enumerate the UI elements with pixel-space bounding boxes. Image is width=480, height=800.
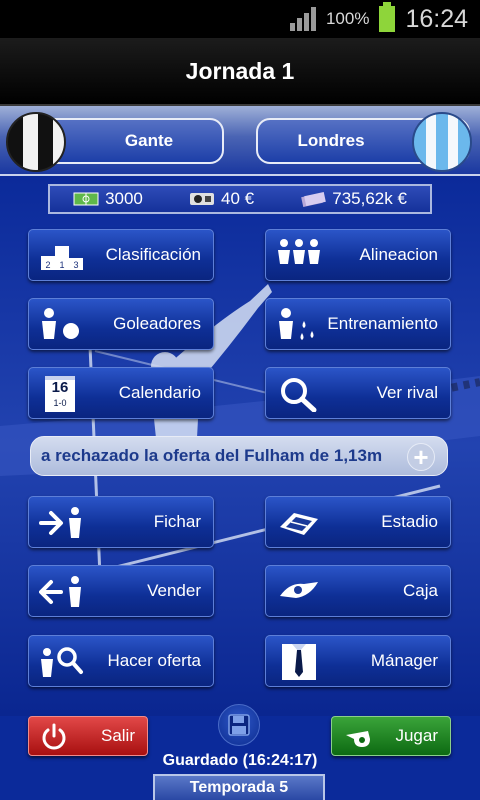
vender-label: Vender bbox=[147, 581, 201, 600]
cash-balance: 735,62k € bbox=[300, 189, 407, 209]
ver-rival-label: Ver rival bbox=[376, 383, 438, 402]
away-team-crest-icon bbox=[412, 112, 472, 172]
players-icon bbox=[278, 239, 320, 264]
hacer-oferta-label: Hacer oferta bbox=[107, 651, 201, 670]
saved-status: Guardado (16:24:17) bbox=[162, 752, 318, 769]
clock: 16:24 bbox=[405, 4, 468, 33]
battery-percentage: 100% bbox=[325, 9, 370, 28]
scorer-icon bbox=[42, 308, 79, 339]
podium-icon: 2 1 3 bbox=[41, 246, 83, 270]
away-team-name: Londres bbox=[297, 131, 365, 150]
manager-button[interactable]: Mánager bbox=[265, 635, 451, 687]
status-bar: 100% 16:24 bbox=[0, 0, 480, 38]
manager-label: Mánager bbox=[370, 651, 438, 670]
money-icon bbox=[301, 192, 327, 207]
caja-label: Caja bbox=[403, 581, 438, 600]
stadium-capacity: 3000 bbox=[73, 189, 143, 209]
battery-icon bbox=[379, 2, 396, 32]
save-button[interactable] bbox=[218, 704, 260, 746]
capacity-value: 3000 bbox=[105, 189, 143, 208]
estadio-button[interactable]: Estadio bbox=[265, 496, 451, 548]
whistle-icon bbox=[346, 731, 370, 747]
calendario-button[interactable]: 16 1-0 Calendario bbox=[28, 367, 214, 419]
fichar-button[interactable]: Fichar bbox=[28, 496, 214, 548]
svg-text:3: 3 bbox=[73, 260, 78, 270]
news-ticker-text: a rechazado la oferta del Fulham de 1,13… bbox=[41, 446, 383, 465]
ver-rival-button[interactable]: Ver rival bbox=[265, 367, 451, 419]
alineacion-label: Alineacion bbox=[359, 245, 438, 264]
goleadores-label: Goleadores bbox=[113, 314, 201, 333]
news-expand-icon[interactable]: + bbox=[407, 443, 435, 471]
title-bar: Jornada 1 bbox=[0, 38, 480, 106]
cash-icon bbox=[280, 582, 318, 598]
exit-button[interactable]: Salir bbox=[28, 716, 148, 756]
sign-player-icon bbox=[39, 507, 81, 538]
field-icon bbox=[73, 192, 99, 206]
alineacion-button[interactable]: Alineacion bbox=[265, 229, 451, 281]
power-icon bbox=[42, 723, 66, 750]
entrenamiento-button[interactable]: Entrenamiento bbox=[265, 298, 451, 350]
fichar-label: Fichar bbox=[153, 512, 201, 531]
search-player-icon bbox=[41, 647, 83, 677]
cash-value: 735,62k € bbox=[332, 189, 407, 208]
play-button[interactable]: Jugar bbox=[331, 716, 451, 756]
clasificacion-label: Clasificación bbox=[105, 245, 201, 264]
ticket-price: 40 € bbox=[189, 189, 254, 209]
home-team-crest-icon bbox=[6, 112, 66, 172]
estadio-label: Estadio bbox=[381, 512, 438, 531]
caja-button[interactable]: Caja bbox=[265, 565, 451, 617]
play-label: Jugar bbox=[395, 726, 438, 745]
stadium-icon bbox=[280, 513, 318, 535]
calendario-label: Calendario bbox=[118, 383, 201, 402]
ticket-icon bbox=[190, 193, 215, 205]
manager-suit-icon bbox=[282, 644, 316, 680]
entrenamiento-label: Entrenamiento bbox=[327, 314, 438, 333]
calendar-score: 1-0 bbox=[53, 398, 67, 408]
training-icon bbox=[279, 308, 314, 340]
exit-label: Salir bbox=[100, 726, 135, 745]
vender-button[interactable]: Vender bbox=[28, 565, 214, 617]
ticket-price-value: 40 € bbox=[221, 189, 255, 208]
sell-player-icon bbox=[39, 576, 81, 607]
goleadores-button[interactable]: Goleadores bbox=[28, 298, 214, 350]
match-header: Gante Londres bbox=[0, 106, 480, 176]
svg-text:1: 1 bbox=[59, 260, 64, 270]
season-label: Temporada 5 bbox=[153, 774, 325, 800]
resource-bar: 3000 40 € 735,62k € bbox=[48, 184, 432, 214]
page-title: Jornada 1 bbox=[185, 57, 295, 84]
home-team-name: Gante bbox=[124, 131, 174, 150]
floppy-disk-icon bbox=[228, 714, 250, 736]
news-ticker[interactable]: a rechazado la oferta del Fulham de 1,13… bbox=[30, 436, 448, 476]
svg-text:2: 2 bbox=[45, 260, 50, 270]
signal-icon bbox=[289, 7, 316, 31]
calendar-day: 16 bbox=[51, 379, 69, 396]
magnifier-icon bbox=[281, 378, 317, 412]
clasificacion-button[interactable]: 2 1 3 Clasificación bbox=[28, 229, 214, 281]
hacer-oferta-button[interactable]: Hacer oferta bbox=[28, 635, 214, 687]
